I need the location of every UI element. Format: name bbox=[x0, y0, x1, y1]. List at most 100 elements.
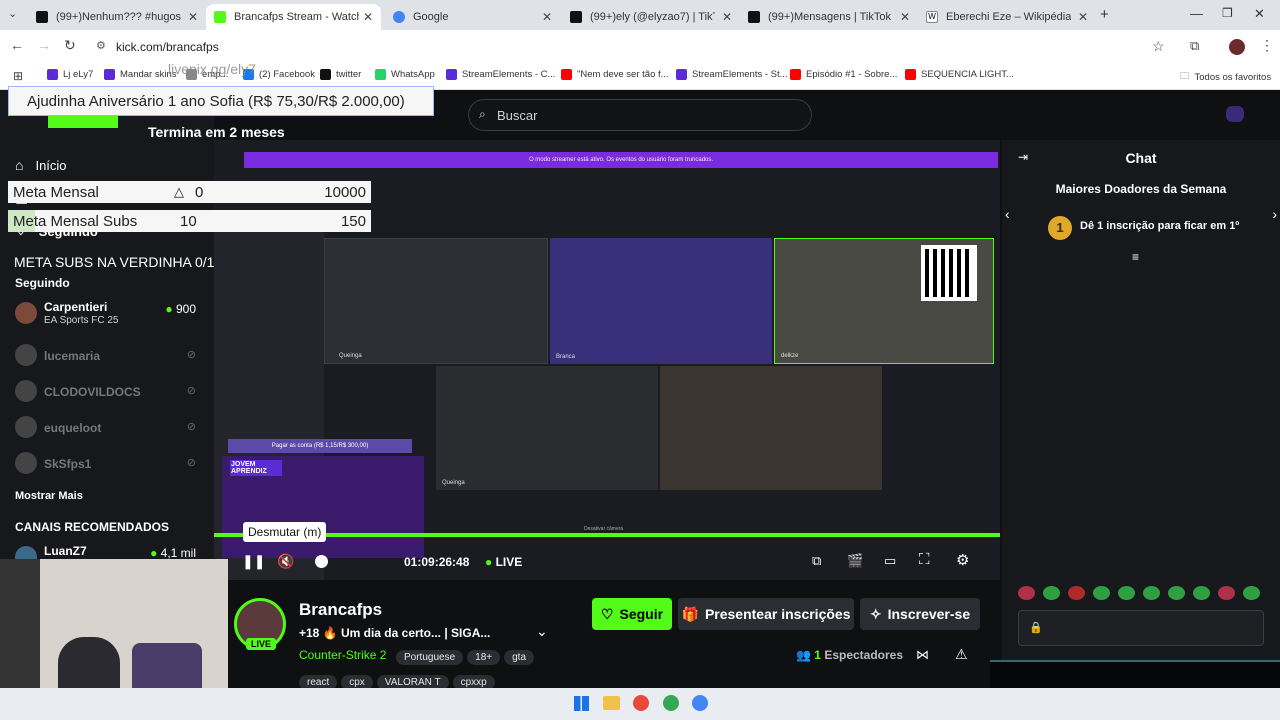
browser-tab-6[interactable]: W Eberechi Eze – Wikipédia, a enc ✕ bbox=[918, 4, 1096, 30]
chrome-icon[interactable] bbox=[692, 695, 708, 711]
scene-cam-streamer bbox=[660, 366, 882, 490]
subscribe-button[interactable]: ✧ Inscrever-se bbox=[860, 598, 980, 630]
site-info-icon[interactable]: ⚙ bbox=[96, 39, 106, 52]
emote-icon[interactable] bbox=[1118, 586, 1135, 600]
bookmark-item[interactable]: twitter bbox=[320, 69, 361, 80]
offline-icon: ⊘ bbox=[186, 421, 196, 433]
channel-lucemaria[interactable]: lucemaria ⊘ bbox=[15, 342, 200, 370]
pip-icon[interactable]: ⧉ bbox=[812, 553, 821, 569]
close-icon[interactable]: ✕ bbox=[542, 10, 552, 24]
bookmark-item[interactable]: WhatsApp bbox=[375, 69, 435, 80]
close-icon[interactable]: ✕ bbox=[188, 10, 198, 24]
close-window-icon[interactable]: ✕ bbox=[1254, 6, 1265, 22]
bookmark-item[interactable]: Lj eLy7 bbox=[47, 69, 93, 80]
bookmark-item[interactable]: Mandar skins bbox=[104, 69, 177, 80]
search-input[interactable]: ⌕ Buscar bbox=[468, 99, 812, 131]
all-favorites[interactable]: 🗀 Todos os favoritos bbox=[1180, 69, 1271, 85]
chat-input[interactable]: 🔒 bbox=[1018, 610, 1264, 646]
settings-icon[interactable]: ⚙ bbox=[956, 551, 969, 569]
tag[interactable]: gta bbox=[504, 650, 535, 665]
emote-icon[interactable] bbox=[1218, 586, 1235, 600]
close-icon[interactable]: ✕ bbox=[722, 10, 732, 24]
url-input[interactable]: ⚙ kick.com/brancafps bbox=[90, 34, 1170, 60]
bookmark-item[interactable]: StreamElements - St... bbox=[676, 69, 788, 80]
emote-icon[interactable] bbox=[1093, 586, 1110, 600]
new-tab-icon[interactable]: + bbox=[1100, 6, 1109, 23]
theater-mode-icon[interactable]: ▭ bbox=[884, 553, 896, 569]
tab-search-icon[interactable]: ⌄ bbox=[8, 7, 17, 20]
windows-start-icon[interactable] bbox=[574, 696, 589, 711]
emote-icon[interactable] bbox=[1018, 586, 1035, 600]
bookmark-item[interactable]: "Nem deve ser tão f... bbox=[561, 69, 669, 80]
browser-tab-1[interactable]: (99+)Nenhum??? #hugosouza ✕ bbox=[28, 4, 206, 30]
chrome-icon[interactable] bbox=[663, 695, 679, 711]
stream-category[interactable]: Counter-Strike 2 bbox=[299, 648, 386, 662]
share-icon[interactable]: ⋈ bbox=[916, 647, 929, 663]
video-player[interactable]: O modo streamer está ativo. Os eventos d… bbox=[214, 140, 1000, 580]
channel-sksfps1[interactable]: SkSfps1 ⊘ bbox=[15, 450, 200, 478]
minimize-icon[interactable]: — bbox=[1190, 6, 1203, 21]
fullscreen-icon[interactable]: ⛶ bbox=[919, 551, 930, 568]
bookmark-item[interactable]: Episódio #1 - Sobre... bbox=[790, 69, 897, 80]
bookmark-icon bbox=[905, 69, 916, 80]
chevron-right-icon[interactable]: › bbox=[1272, 206, 1277, 222]
address-bar: ← → ↻ ⚙ kick.com/brancafps ☆ ⧉ ⋮ bbox=[0, 30, 1280, 64]
follow-button[interactable]: ♡ Seguir bbox=[592, 598, 672, 630]
bookmark-item[interactable]: SEQUENCIA LIGHT... bbox=[905, 69, 1014, 80]
sidebar-item-inicio[interactable]: ⌂ Início bbox=[15, 157, 67, 173]
close-icon[interactable]: ✕ bbox=[363, 10, 373, 24]
back-icon[interactable]: ← bbox=[10, 37, 24, 53]
channel-clodovildocs[interactable]: CLODOVILDOCS ⊘ bbox=[15, 378, 200, 406]
user-avatar[interactable] bbox=[1226, 106, 1244, 122]
volume-slider[interactable] bbox=[315, 555, 328, 568]
channel-name: lucemaria bbox=[44, 349, 101, 363]
emote-icon[interactable] bbox=[1193, 586, 1210, 600]
apps-grid-icon[interactable]: ⊞ bbox=[13, 69, 23, 83]
jovem-badge: JOVEM APRENDIZ bbox=[230, 460, 282, 476]
show-more-link[interactable]: Mostrar Mais bbox=[15, 490, 83, 502]
cam-label: Queinga bbox=[339, 353, 362, 359]
chrome-profile-icon[interactable] bbox=[633, 695, 649, 711]
kick-logo[interactable] bbox=[48, 116, 118, 128]
emote-icon[interactable] bbox=[1143, 586, 1160, 600]
bookmark-icon bbox=[375, 69, 386, 80]
browser-tab-3[interactable]: Google ✕ bbox=[385, 4, 560, 30]
bookmark-label: SEQUENCIA LIGHT... bbox=[921, 69, 1014, 80]
close-icon[interactable]: ✕ bbox=[1078, 10, 1088, 24]
maximize-icon[interactable]: ❐ bbox=[1222, 6, 1233, 20]
chevron-down-icon[interactable]: ⌄ bbox=[536, 623, 548, 640]
channel-euqueloot[interactable]: euqueloot ⊘ bbox=[15, 414, 200, 442]
browser-tab-4[interactable]: (99+)ely (@elyzao7) | TikTok ✕ bbox=[562, 4, 740, 30]
extensions-icon[interactable]: ⧉ bbox=[1190, 38, 1199, 54]
bookmark-item[interactable]: StreamElements - C... bbox=[446, 69, 555, 80]
browser-tab-5[interactable]: (99+)Mensagens | TikTok ✕ bbox=[740, 4, 918, 30]
expand-icon[interactable]: ≡ bbox=[1132, 250, 1139, 264]
report-icon[interactable]: ⚠ bbox=[955, 646, 968, 663]
profile-avatar[interactable] bbox=[1229, 39, 1245, 55]
reload-icon[interactable]: ↻ bbox=[64, 37, 76, 54]
emote-icon[interactable] bbox=[1243, 586, 1260, 600]
gift-subs-button[interactable]: 🎁 Presentear inscrições bbox=[678, 598, 854, 630]
bookmark-star-icon[interactable]: ☆ bbox=[1152, 38, 1165, 55]
chevron-left-icon[interactable]: ‹ bbox=[1005, 206, 1010, 222]
channel-game: EA Sports FC 25 bbox=[44, 315, 119, 326]
viewers-icon: 👥 bbox=[796, 648, 811, 662]
donors-cta: Dê 1 inscrição para ficar em 1º bbox=[1080, 220, 1240, 232]
goal-ends-in: Termina em 2 meses bbox=[148, 124, 285, 140]
emote-icon[interactable] bbox=[1168, 586, 1185, 600]
streamer-name[interactable]: Brancafps bbox=[299, 600, 382, 620]
browser-tab-2[interactable]: Brancafps Stream - Watch Live ✕ bbox=[206, 4, 381, 30]
pause-icon[interactable]: ❚❚ bbox=[242, 553, 265, 570]
subscribe-label: Inscrever-se bbox=[887, 606, 971, 622]
menu-icon[interactable]: ⋮ bbox=[1260, 37, 1274, 54]
tag[interactable]: Portuguese bbox=[396, 650, 464, 665]
tag[interactable]: 18+ bbox=[467, 650, 501, 665]
mute-icon[interactable]: 🔇 bbox=[277, 553, 294, 570]
forward-icon[interactable]: → bbox=[37, 37, 51, 53]
file-explorer-icon[interactable] bbox=[603, 696, 620, 710]
close-icon[interactable]: ✕ bbox=[900, 10, 910, 24]
channel-carpentieri[interactable]: Carpentieri EA Sports FC 25 ● 900 bbox=[15, 300, 200, 328]
clip-icon[interactable]: 🎬 bbox=[847, 553, 863, 569]
emote-icon[interactable] bbox=[1068, 586, 1085, 600]
emote-icon[interactable] bbox=[1043, 586, 1060, 600]
